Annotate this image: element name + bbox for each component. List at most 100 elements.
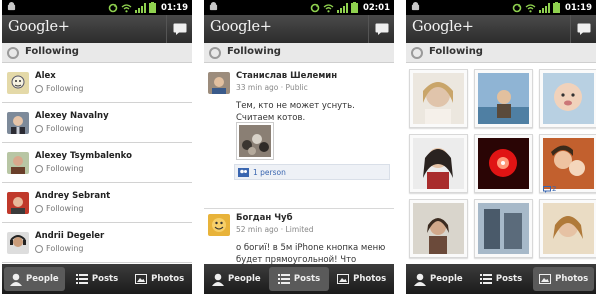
bottom-tab-bar: People Posts Photos (204, 264, 394, 294)
list-item[interactable]: Alex Following (2, 63, 192, 103)
tab-posts-label: Posts (495, 274, 523, 284)
battery-icon (148, 2, 156, 13)
tab-photos-label: Photos (353, 274, 387, 284)
tab-photos[interactable]: Photos (129, 267, 190, 291)
person-name: Alexey Tsymbalenko (35, 151, 132, 161)
circle-icon (35, 124, 43, 133)
people-chip-label: 1 person (253, 167, 286, 177)
avatar (7, 152, 29, 174)
tab-people[interactable]: People (206, 267, 267, 291)
tab-posts[interactable]: Posts (268, 267, 330, 291)
person-name: Andrey Sebrant (35, 191, 111, 201)
wifi-icon (121, 3, 132, 12)
person-name: Andrii Degeler (35, 231, 105, 241)
screen-people: 01:19 Google+ Following Alex Following A… (2, 0, 192, 294)
sync-icon (108, 3, 118, 12)
photo-tile[interactable] (409, 199, 468, 258)
tab-posts[interactable]: Posts (67, 267, 128, 291)
following-header[interactable]: Following (2, 43, 192, 63)
photo-tile[interactable] (409, 69, 468, 128)
circle-icon (35, 164, 43, 173)
circle-icon (35, 84, 43, 93)
follow-status-label: Following (46, 244, 84, 253)
status-bar: 02:01 (204, 0, 394, 15)
tab-photos[interactable]: Photos (533, 267, 595, 291)
avatar (208, 72, 230, 94)
list-item[interactable]: Andrey Sebrant Following (2, 183, 192, 223)
compose-icon (173, 23, 186, 35)
screen-photos: 01:19 Google+ Following 2 People Posts P… (406, 0, 596, 294)
circle-icon (209, 47, 221, 59)
compose-button[interactable] (166, 15, 192, 43)
list-item[interactable]: Alexey Tsymbalenko Following (2, 143, 192, 183)
signal-icon (538, 2, 550, 13)
person-name: Alex (35, 71, 56, 81)
post-photo[interactable] (236, 122, 274, 160)
circle-icon (7, 47, 19, 59)
android-icon (7, 2, 16, 11)
tab-photos-label: Photos (151, 274, 185, 284)
tab-posts-label: Posts (91, 274, 119, 284)
avatar (7, 72, 29, 94)
signal-icon (134, 2, 146, 13)
bottom-tab-bar: People Posts Photos (406, 264, 596, 294)
post-card[interactable]: Станислав Шелемин 33 min ago · Public Те… (204, 68, 394, 208)
avatar (7, 112, 29, 134)
post-meta: 52 min ago · Limited (236, 225, 314, 234)
person-icon (10, 273, 23, 286)
following-title: Following (429, 46, 483, 57)
tab-people-label: People (26, 274, 59, 284)
post-card[interactable]: Богдан Чуб 52 min ago · Limited о богиї!… (204, 210, 394, 277)
tab-people[interactable]: People (408, 267, 469, 291)
people-chip[interactable]: 1 person (234, 164, 390, 180)
photo-tile[interactable] (474, 199, 533, 258)
photo-tile[interactable] (539, 199, 596, 258)
following-title: Following (25, 46, 79, 57)
circle-icon (411, 47, 423, 59)
following-header[interactable]: Following (406, 43, 596, 63)
list-icon (479, 274, 492, 284)
tab-people[interactable]: People (4, 267, 65, 291)
list-icon (75, 274, 88, 284)
status-time: 02:01 (362, 2, 390, 13)
post-meta: 33 min ago · Public (236, 83, 308, 92)
app-bar: Google+ (406, 15, 596, 43)
list-icon (277, 274, 290, 284)
comment-count: 2 (552, 185, 557, 193)
photo-icon (337, 274, 350, 284)
people-list: Alex Following Alexey Navalny Following … (2, 63, 192, 263)
post-author[interactable]: Богдан Чуб (236, 213, 293, 223)
android-icon (411, 2, 420, 11)
list-item[interactable]: Andrii Degeler Following (2, 223, 192, 263)
photo-tile[interactable] (474, 134, 533, 193)
follow-status-label: Following (46, 124, 84, 133)
battery-icon (350, 2, 358, 13)
follow-status-label: Following (46, 164, 84, 173)
photo-icon (135, 274, 148, 284)
follow-status: Following (35, 244, 83, 253)
following-title: Following (227, 46, 281, 57)
follow-status: Following (35, 84, 83, 93)
post-author[interactable]: Станислав Шелемин (236, 71, 337, 81)
tab-posts[interactable]: Posts (471, 267, 532, 291)
follow-status-label: Following (46, 204, 84, 213)
bottom-tab-bar: People Posts Photos (2, 264, 192, 294)
compose-button[interactable] (570, 15, 596, 43)
follow-status: Following (35, 164, 83, 173)
status-bar: 01:19 (2, 0, 192, 15)
tab-posts-label: Posts (293, 274, 321, 284)
battery-icon (552, 2, 560, 13)
photo-grid: 2 (406, 63, 596, 258)
compose-button[interactable] (368, 15, 394, 43)
tab-photos[interactable]: Photos (331, 267, 392, 291)
photo-tile[interactable] (474, 69, 533, 128)
list-item[interactable]: Alexey Navalny Following (2, 103, 192, 143)
photo-tile[interactable]: 2 (539, 134, 596, 193)
sync-icon (512, 3, 522, 12)
people-icon (238, 167, 249, 177)
following-header[interactable]: Following (204, 43, 394, 63)
wifi-icon (525, 3, 536, 12)
comment-badge: 2 (543, 185, 556, 193)
photo-tile[interactable] (409, 134, 468, 193)
photo-tile[interactable] (539, 69, 596, 128)
